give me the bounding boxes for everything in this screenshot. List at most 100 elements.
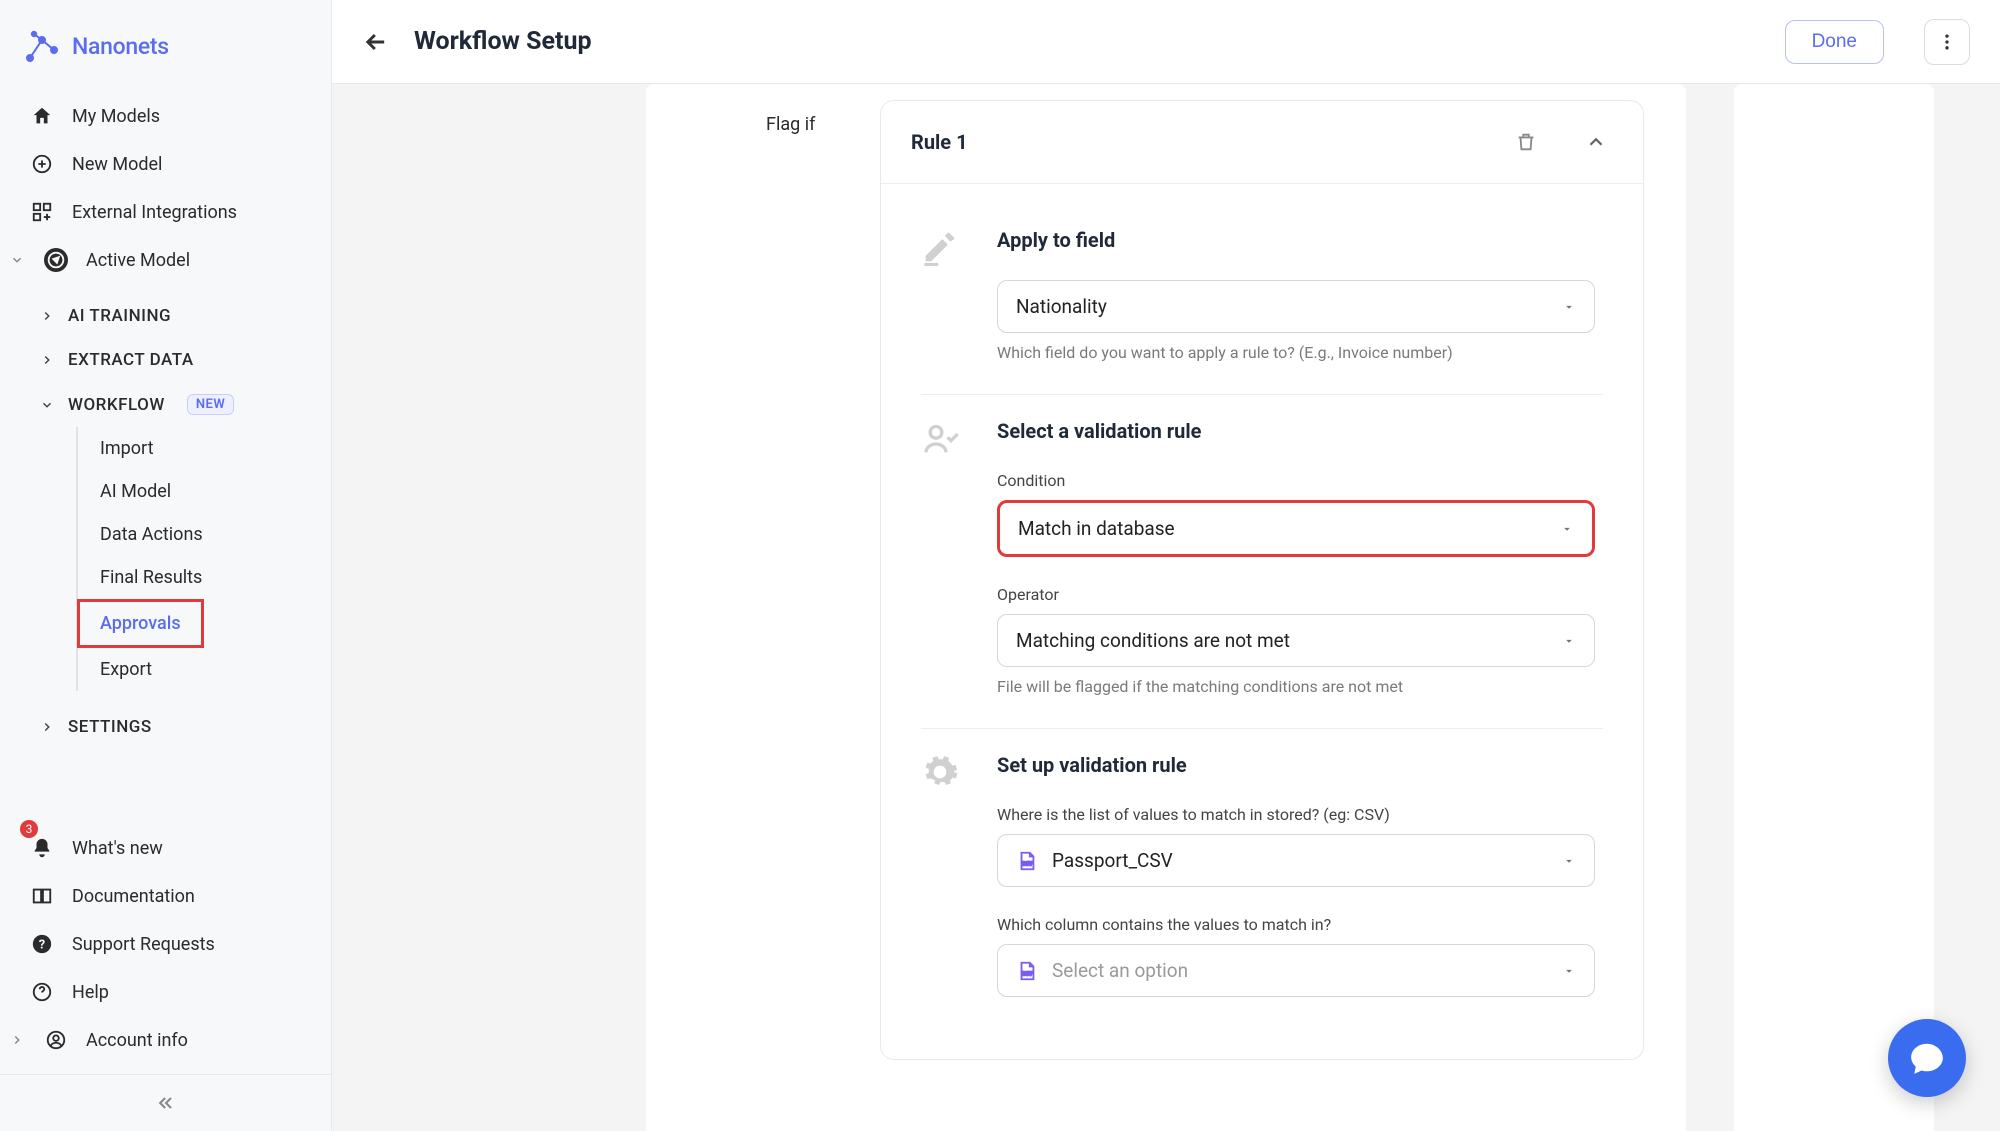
pencil-icon xyxy=(921,228,961,362)
nav-workflow-data-actions[interactable]: Data Actions xyxy=(0,513,331,556)
user-check-icon xyxy=(921,419,961,696)
brand-row[interactable]: Nanonets xyxy=(0,0,331,92)
caret-down-icon xyxy=(1562,854,1576,868)
compass-icon xyxy=(44,248,68,272)
csv-file-icon: CSV xyxy=(1016,850,1038,872)
section-apply-to-field: Apply to field Nationality Which field d… xyxy=(921,204,1603,395)
sidebar: Nanonets My Models New Model External In… xyxy=(0,0,332,1131)
nav-whats-new[interactable]: 3 What's new xyxy=(0,824,331,872)
nav-group-workflow[interactable]: WORKFLOW NEW xyxy=(0,382,331,427)
nav-group-ai-training[interactable]: AI TRAINING xyxy=(0,294,331,338)
nav-workflow-import[interactable]: Import xyxy=(0,427,331,470)
nav-label: What's new xyxy=(72,838,163,859)
primary-nav: My Models New Model External Integration… xyxy=(0,92,331,824)
caret-down-icon xyxy=(1560,522,1574,536)
page-title: Workflow Setup xyxy=(414,27,592,56)
select-value: Match in database xyxy=(1018,517,1546,540)
chevron-right-icon xyxy=(40,353,54,367)
nav-new-model[interactable]: New Model xyxy=(0,140,331,188)
notification-badge: 3 xyxy=(20,820,38,838)
brand-logo-icon xyxy=(24,28,60,64)
rule-title: Rule 1 xyxy=(911,130,1509,154)
bg-panel-right xyxy=(1734,84,1934,1131)
nav-workflow-export[interactable]: Export xyxy=(0,648,331,691)
svg-text:CSV: CSV xyxy=(1022,861,1033,867)
rule-header: Rule 1 xyxy=(881,101,1643,184)
collapse-sidebar-button[interactable] xyxy=(0,1074,331,1131)
nav-label: Account info xyxy=(86,1030,188,1051)
nav-label: My Models xyxy=(72,106,160,127)
svg-text:CSV: CSV xyxy=(1022,971,1033,977)
nav-group-extract-data[interactable]: EXTRACT DATA xyxy=(0,338,331,382)
nav-workflow-ai-model[interactable]: AI Model xyxy=(0,470,331,513)
nav-help[interactable]: Help xyxy=(0,968,331,1016)
condition-label: Condition xyxy=(997,471,1603,490)
caret-down-icon xyxy=(1562,964,1576,978)
nav-label: Support Requests xyxy=(72,934,215,955)
book-icon xyxy=(30,884,54,908)
topbar: Workflow Setup Done xyxy=(332,0,2000,84)
leaf-label: Final Results xyxy=(100,567,202,588)
chat-launcher[interactable] xyxy=(1888,1019,1966,1097)
nav-documentation[interactable]: Documentation xyxy=(0,872,331,920)
chevron-right-icon xyxy=(40,720,54,734)
select-value: Nationality xyxy=(1016,295,1548,318)
back-button[interactable] xyxy=(362,28,390,56)
section-heading: Set up validation rule xyxy=(997,753,1603,777)
gear-icon xyxy=(921,753,961,997)
nav-external-integrations[interactable]: External Integrations xyxy=(0,188,331,236)
operator-label: Operator xyxy=(997,585,1603,604)
caret-down-icon xyxy=(1562,634,1576,648)
user-circle-icon xyxy=(44,1028,68,1052)
chevron-down-icon xyxy=(8,253,26,267)
leaf-label: Import xyxy=(100,438,153,459)
nav-label: Help xyxy=(72,982,109,1003)
leaf-label: AI Model xyxy=(100,481,171,502)
group-label: EXTRACT DATA xyxy=(68,350,194,370)
nav-my-models[interactable]: My Models xyxy=(0,92,331,140)
leaf-label: Data Actions xyxy=(100,524,203,545)
rule-body: Apply to field Nationality Which field d… xyxy=(881,184,1643,1059)
nav-active-model[interactable]: Active Model xyxy=(0,236,331,284)
nav-label: Documentation xyxy=(72,886,195,907)
more-menu-button[interactable] xyxy=(1924,19,1970,65)
nav-support[interactable]: ? Support Requests xyxy=(0,920,331,968)
chevron-right-icon xyxy=(8,1033,26,1047)
home-icon xyxy=(30,104,54,128)
column-select[interactable]: CSV Select an option xyxy=(997,944,1595,997)
canvas: Flag if Rule 1 xyxy=(332,84,2000,1131)
delete-rule-button[interactable] xyxy=(1509,125,1543,159)
main-area: Workflow Setup Done Flag if Rule 1 xyxy=(332,0,2000,1131)
operator-select[interactable]: Matching conditions are not met xyxy=(997,614,1595,667)
nav-label: New Model xyxy=(72,154,162,175)
bottom-nav: 3 What's new Documentation ? Support Req… xyxy=(0,824,331,1074)
collapse-rule-button[interactable] xyxy=(1579,125,1613,159)
condition-select[interactable]: Match in database xyxy=(997,500,1595,557)
column-label: Which column contains the values to matc… xyxy=(997,915,1603,934)
nav-label: Active Model xyxy=(86,250,190,271)
nav-workflow-approvals[interactable]: Approvals xyxy=(77,599,204,648)
help-circle-icon xyxy=(30,980,54,1004)
svg-text:?: ? xyxy=(39,938,45,953)
section-heading: Select a validation rule xyxy=(997,419,1603,443)
apply-field-select[interactable]: Nationality xyxy=(997,280,1595,333)
rule-card: Rule 1 Apply to fiel xyxy=(880,100,1644,1060)
group-label: WORKFLOW xyxy=(68,395,165,415)
bell-icon xyxy=(30,836,54,860)
new-badge: NEW xyxy=(187,394,234,415)
list-source-label: Where is the list of values to match in … xyxy=(997,805,1603,824)
list-source-select[interactable]: CSV Passport_CSV xyxy=(997,834,1595,887)
plus-circle-icon xyxy=(30,152,54,176)
nav-workflow-final-results[interactable]: Final Results xyxy=(0,556,331,599)
nav-label: External Integrations xyxy=(72,202,237,223)
operator-hint: File will be flagged if the matching con… xyxy=(997,677,1603,696)
csv-file-icon: CSV xyxy=(1016,960,1038,982)
done-button[interactable]: Done xyxy=(1785,20,1884,64)
grid-plus-icon xyxy=(30,200,54,224)
leaf-label: Export xyxy=(100,659,152,680)
nav-account[interactable]: Account info xyxy=(0,1016,331,1064)
select-value: Passport_CSV xyxy=(1052,849,1548,872)
section-setup: Set up validation rule Where is the list… xyxy=(921,729,1603,1029)
leaf-label: Approvals xyxy=(100,613,181,634)
nav-group-settings[interactable]: SETTINGS xyxy=(0,705,331,749)
